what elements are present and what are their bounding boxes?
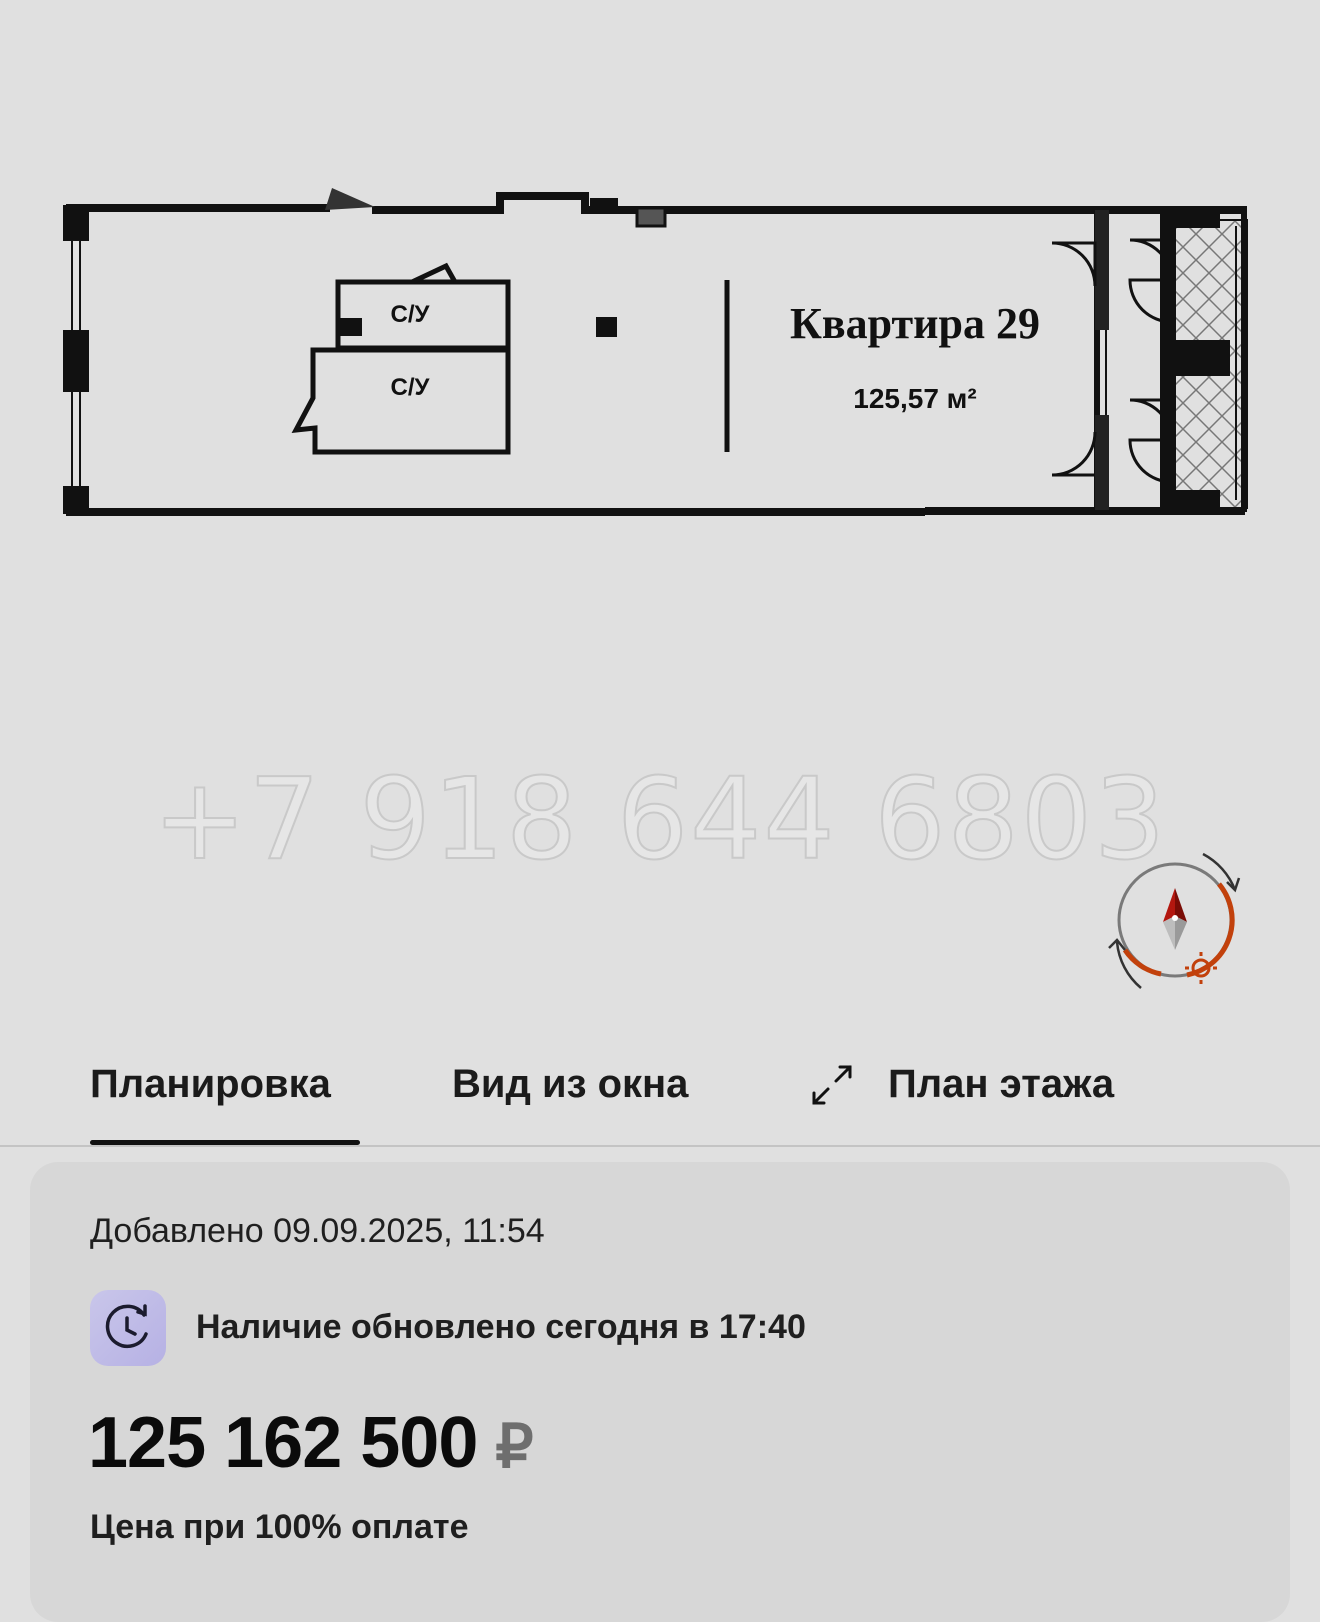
- clock-refresh-icon: [90, 1290, 166, 1366]
- bathroom-label: С/У: [391, 301, 431, 328]
- bathroom-label: С/У: [391, 374, 431, 401]
- apartment-name: Квартира 29: [790, 299, 1040, 348]
- tab-layout[interactable]: Планировка: [90, 1062, 331, 1107]
- price-row: 125 162 500 ₽: [88, 1402, 534, 1484]
- floor-plan-area: С/У С/У Квартира 29 125,57 м² +7 918 644…: [0, 0, 1320, 1040]
- expand-icon[interactable]: [810, 1063, 854, 1107]
- apartment-area: 125,57 м²: [853, 383, 976, 414]
- compass-icon[interactable]: [1095, 850, 1255, 1000]
- added-date: Добавлено 09.09.2025, 11:54: [90, 1212, 545, 1250]
- price-note: Цена при 100% оплате: [90, 1508, 469, 1546]
- currency-symbol: ₽: [495, 1413, 534, 1480]
- price-value: 125 162 500: [88, 1403, 478, 1483]
- tab-floor-plan[interactable]: План этажа: [888, 1062, 1114, 1107]
- tab-divider: [0, 1145, 1320, 1147]
- availability-status: Наличие обновлено сегодня в 17:40: [196, 1308, 806, 1346]
- floor-plan: С/У С/У Квартира 29 125,57 м²: [63, 188, 1248, 516]
- tab-window-view[interactable]: Вид из окна: [452, 1062, 688, 1107]
